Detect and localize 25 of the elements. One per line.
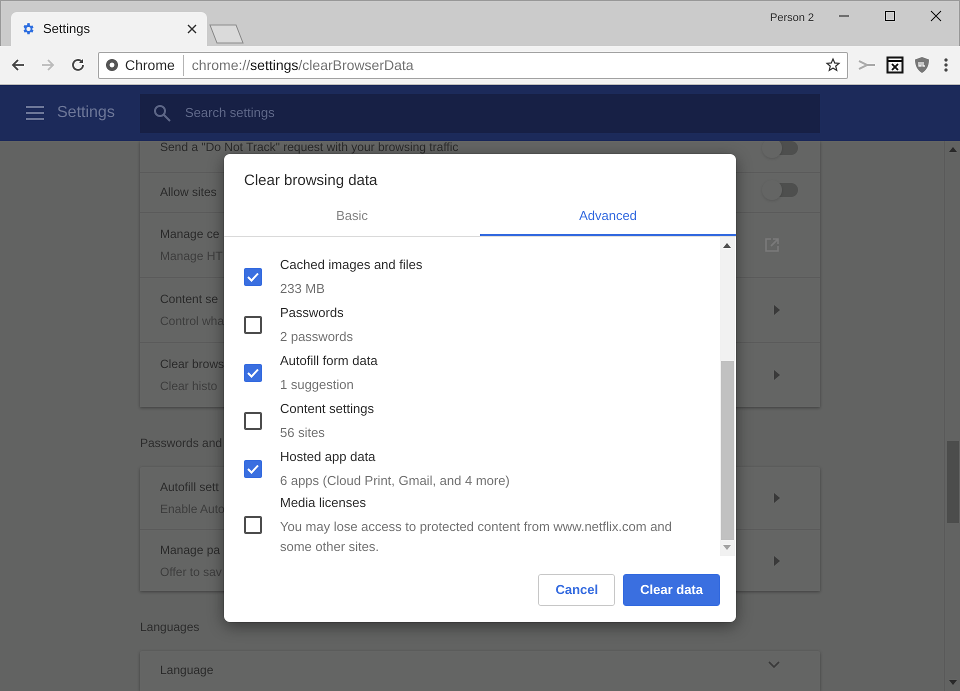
row-title: Manage pa (160, 542, 220, 558)
item-label: Autofill form data (280, 352, 378, 370)
dialog-title: Clear browsing data (243, 171, 378, 191)
row-title: Autofill sett (160, 479, 219, 496)
item-label: Content settings (280, 400, 374, 418)
site-chip: Chrome (125, 54, 184, 76)
row-title: Content se (160, 291, 218, 308)
url-text: chrome://settings/clearBrowserData (190, 56, 415, 75)
item-detail: 233 MB (280, 280, 326, 298)
item-detail: 2 passwords (280, 328, 353, 346)
item-detail: 56 sites (280, 424, 326, 442)
item-label: Hosted app data (280, 448, 376, 466)
row-title: Allow sites (160, 184, 217, 201)
row-title: Send a "Do Not Track" request with your browsing traffic (160, 141, 458, 153)
row-title: Clear brows (160, 356, 224, 373)
row-title: Manage ce (160, 226, 220, 243)
item-detail: You may lose access to protected content from www.netflix.com and some other sites. (280, 518, 673, 556)
item-detail: 6 apps (Cloud Print, Gmail, and 4 more) (280, 472, 510, 490)
item-label: Passwords (280, 304, 345, 322)
item-detail: 1 suggestion (280, 376, 355, 394)
tab-title: Settings (43, 20, 91, 38)
row-title: Language (160, 662, 214, 679)
item-label: Cached images and files (280, 256, 422, 274)
item-label: Media licenses (280, 494, 367, 512)
header-title: Settings (57, 103, 116, 123)
